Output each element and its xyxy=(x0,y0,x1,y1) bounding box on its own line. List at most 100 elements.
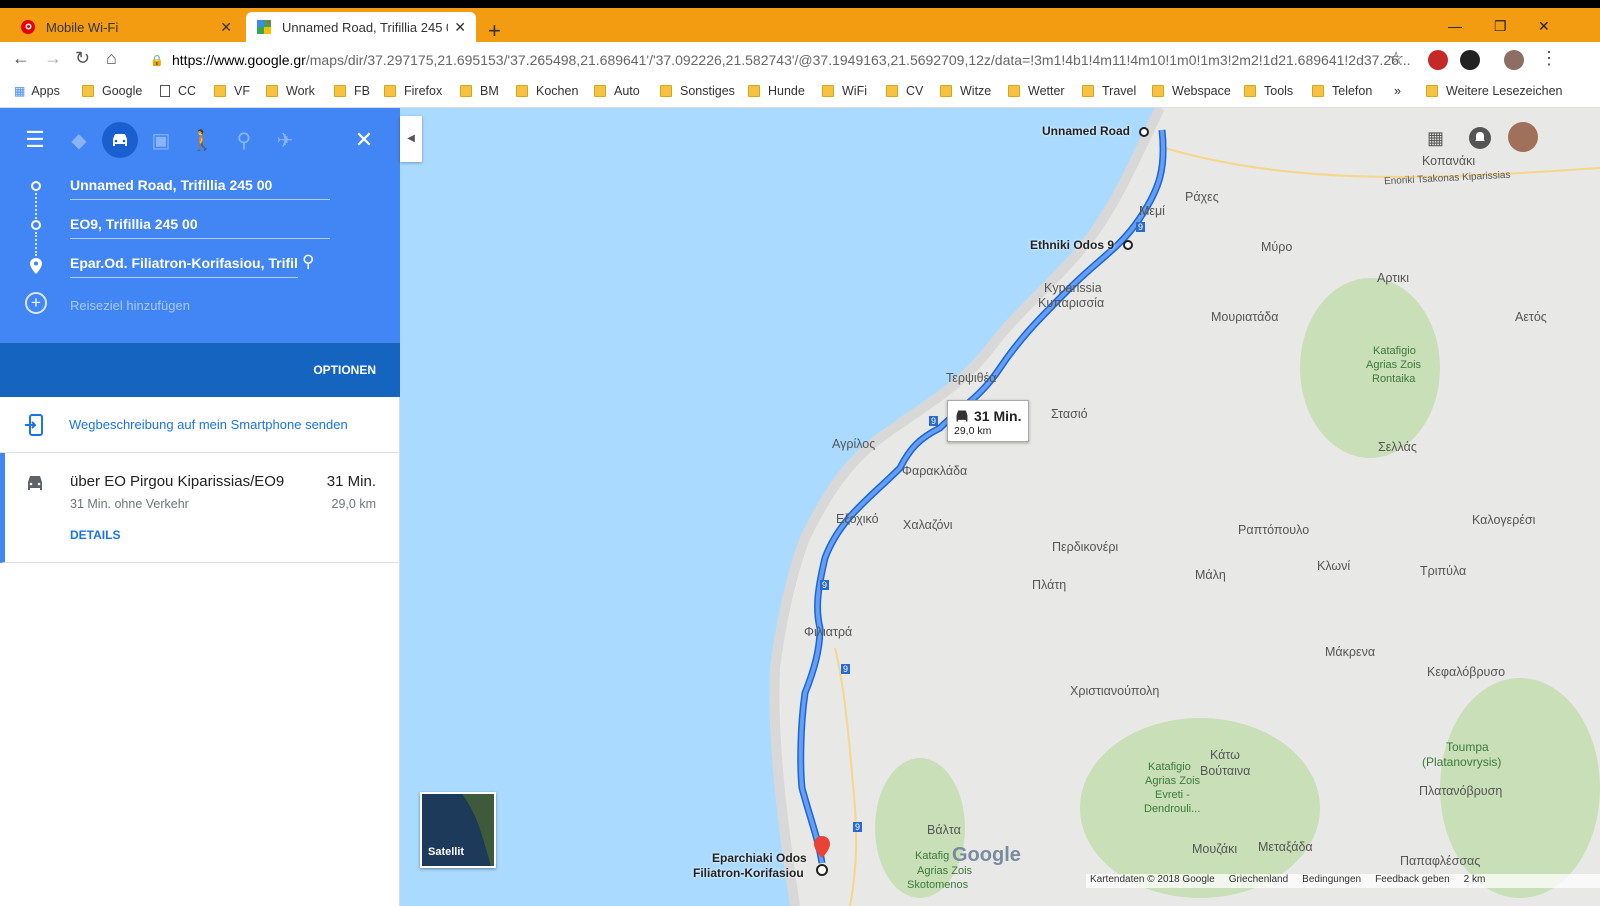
tab-google-maps[interactable]: Unnamed Road, Trifillia 245 00 n ✕ xyxy=(246,12,476,42)
other-bookmarks-folder[interactable]: Weitere Lesezeichen xyxy=(1426,84,1563,98)
address-bar: ← → ↻ ⌂ 🔒 https://www.google.gr/maps/dir… xyxy=(0,42,1600,78)
add-destination-field[interactable]: Reiseziel hinzufügen xyxy=(70,298,190,313)
bookmark-item[interactable]: CV xyxy=(886,84,923,98)
place-label: Μάλη xyxy=(1195,568,1226,582)
route-time: 31 Min. xyxy=(326,473,376,490)
bookmark-item[interactable]: BM xyxy=(460,84,499,98)
adblock-extension-icon[interactable] xyxy=(1428,50,1448,70)
restore-icon[interactable]: ❐ xyxy=(1494,18,1507,35)
directions-panel: ☰ ◆ ▣ 🚶 ⚲ ✈ ✕ Unnamed Road, Trifillia 24… xyxy=(0,108,400,906)
bookmark-label: Hunde xyxy=(768,84,805,98)
scale-label[interactable]: 2 km xyxy=(1464,874,1486,888)
shield-extension-icon[interactable] xyxy=(1460,50,1480,70)
menu-icon[interactable]: ☰ xyxy=(17,122,53,158)
region-link[interactable]: Griechenland xyxy=(1229,874,1288,888)
chrome-menu-icon[interactable]: ⋮ xyxy=(1540,48,1558,69)
bookmark-item[interactable]: Witze xyxy=(940,84,991,98)
route-no-traffic: 31 Min. ohne Verkehr xyxy=(70,497,189,511)
profile-avatar-icon[interactable] xyxy=(1504,50,1524,70)
folder-icon xyxy=(460,85,472,97)
bookmark-label: WiFi xyxy=(842,84,867,98)
bookmark-item[interactable]: Kochen xyxy=(516,84,578,98)
apps-grid-icon[interactable]: ▦ xyxy=(1427,128,1444,149)
bookmark-item[interactable]: Sonstiges xyxy=(660,84,735,98)
notifications-icon[interactable] xyxy=(1468,126,1492,150)
google-logo: Google xyxy=(952,844,1021,866)
close-tab-icon[interactable]: ✕ xyxy=(220,19,232,36)
route-connector xyxy=(35,193,37,219)
bookmark-star-icon[interactable]: ☆ xyxy=(1388,48,1404,69)
bookmark-label: BM xyxy=(480,84,499,98)
bookmark-item[interactable]: CC xyxy=(160,84,196,98)
collapse-panel-button[interactable]: ◀ xyxy=(400,116,422,162)
map-canvas[interactable]: 31 Min. 29,0 km Unnamed Road Ethniki Odo… xyxy=(400,108,1600,906)
bookmark-item[interactable]: Webspace xyxy=(1152,84,1231,98)
bookmark-item[interactable]: Telefon xyxy=(1312,84,1372,98)
route-option[interactable]: über EO Pirgou Kiparissias/EO9 31 Min. 3… xyxy=(0,453,400,563)
place-label: Καλογερέσι xyxy=(1472,513,1536,527)
back-icon[interactable]: ← xyxy=(12,48,30,69)
bookmark-item[interactable]: Google xyxy=(82,84,142,98)
route-duration-callout[interactable]: 31 Min. 29,0 km xyxy=(947,400,1029,442)
minimize-icon[interactable]: — xyxy=(1448,18,1462,34)
satellite-toggle[interactable]: Satellit xyxy=(420,792,496,868)
route-connector xyxy=(35,232,37,256)
bookmark-label: Firefox xyxy=(404,84,443,98)
bookmark-item[interactable]: Wetter xyxy=(1008,84,1065,98)
add-destination-icon[interactable]: + xyxy=(25,292,47,314)
place-label: Katafigio xyxy=(1373,345,1416,357)
bookmark-item[interactable]: VF xyxy=(214,84,250,98)
via-marker-icon[interactable] xyxy=(1122,239,1134,251)
terms-link[interactable]: Bedingungen xyxy=(1302,874,1361,888)
feedback-link[interactable]: Feedback geben xyxy=(1375,874,1450,888)
place-label: Κυπαρισσία xyxy=(1038,296,1105,310)
bicycle-icon[interactable]: ⚲ xyxy=(226,122,262,158)
destination-marker-icon[interactable] xyxy=(810,834,834,878)
bookmark-label: Weitere Lesezeichen xyxy=(1446,84,1563,98)
url-field[interactable]: 🔒 https://www.google.gr/maps/dir/37.2971… xyxy=(140,46,1412,74)
bookmark-label: Tools xyxy=(1264,84,1294,98)
walking-icon[interactable]: 🚶 xyxy=(184,122,220,158)
destination-input[interactable]: Epar.Od. Filiatron-Korifasiou, Trifillia xyxy=(70,250,298,278)
close-directions-icon[interactable]: ✕ xyxy=(346,122,382,158)
new-tab-button[interactable]: + xyxy=(488,18,501,44)
car-icon[interactable] xyxy=(102,122,138,158)
origin-input[interactable]: Unnamed Road, Trifillia 245 00 xyxy=(70,172,330,200)
options-button[interactable]: OPTIONEN xyxy=(313,363,376,377)
details-button[interactable]: DETAILS xyxy=(70,528,120,542)
close-tab-icon[interactable]: ✕ xyxy=(454,19,466,36)
bookmark-item[interactable]: WiFi xyxy=(822,84,867,98)
callout-time: 31 Min. xyxy=(974,408,1022,424)
send-to-phone-row[interactable]: Wegbeschreibung auf mein Smartphone send… xyxy=(0,397,400,453)
flight-icon[interactable]: ✈ xyxy=(267,122,303,158)
bookmark-item[interactable]: Hunde xyxy=(748,84,805,98)
bookmark-apps[interactable]: ▦ Apps xyxy=(14,84,60,98)
home-icon[interactable]: ⌂ xyxy=(106,48,117,69)
bookmark-item[interactable]: Auto xyxy=(594,84,640,98)
transit-icon[interactable]: ▣ xyxy=(143,122,179,158)
best-route-icon[interactable]: ◆ xyxy=(61,122,97,158)
folder-icon xyxy=(1152,85,1164,97)
bookmark-item[interactable]: FB xyxy=(334,84,370,98)
road-shield: 9 xyxy=(820,580,830,590)
bookmark-label: CC xyxy=(178,84,197,98)
bookmark-item[interactable]: Tools xyxy=(1244,84,1293,98)
place-label: Σελλάς xyxy=(1378,440,1417,454)
place-label: Αγρίλος xyxy=(832,437,876,451)
bookmark-item[interactable]: Firefox xyxy=(384,84,442,98)
account-avatar[interactable] xyxy=(1508,122,1538,152)
place-label: Skotomenos xyxy=(907,879,969,891)
more-bookmarks-button[interactable]: » xyxy=(1394,84,1401,98)
start-marker-icon[interactable] xyxy=(1138,126,1150,138)
waypoint-input[interactable]: EO9, Trifillia 245 00 xyxy=(70,211,330,239)
search-icon[interactable]: ⚲ xyxy=(302,252,314,272)
place-label: (Platanovrysis) xyxy=(1422,755,1502,769)
forward-icon[interactable]: → xyxy=(44,48,62,69)
bookmark-item[interactable]: Travel xyxy=(1082,84,1136,98)
folder-icon xyxy=(266,85,278,97)
close-window-icon[interactable]: ✕ xyxy=(1538,18,1550,35)
tab-mobile-wifi[interactable]: Mobile Wi-Fi ✕ xyxy=(10,12,242,42)
bookmark-item[interactable]: Work xyxy=(266,84,315,98)
reload-icon[interactable]: ↻ xyxy=(75,48,90,69)
send-to-phone-icon xyxy=(25,414,43,436)
